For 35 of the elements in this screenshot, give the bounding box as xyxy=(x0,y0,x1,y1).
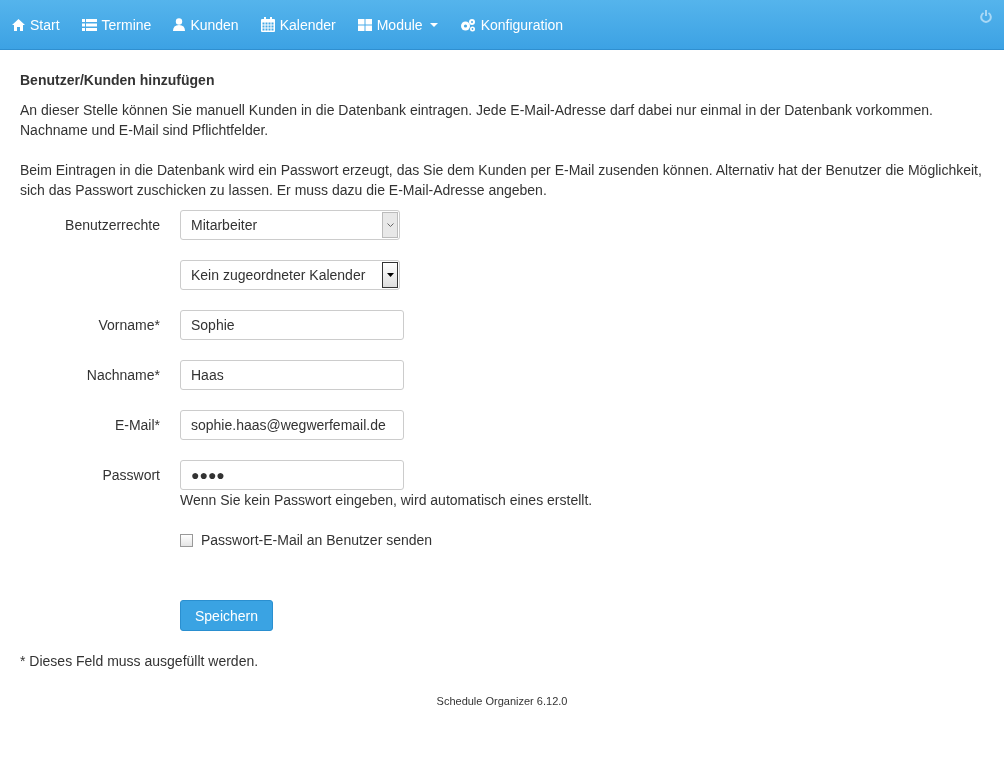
checkbox[interactable] xyxy=(180,533,193,547)
footnote-text: * Dieses Feld muss ausgefüllt werden. xyxy=(20,653,260,669)
field-label: Vorname* xyxy=(97,317,160,333)
calendar-icon xyxy=(260,17,275,32)
chevron-icon xyxy=(386,223,394,227)
home-icon xyxy=(12,18,25,31)
input-field[interactable]: ●●●● xyxy=(180,460,404,490)
field-label: E-Mail* xyxy=(113,417,160,433)
nav-item[interactable]: Kalender xyxy=(260,16,336,33)
field-label: Benutzerrechte xyxy=(64,217,160,233)
gears-icon xyxy=(459,17,476,32)
grid-icon xyxy=(357,18,372,31)
power-icon[interactable] xyxy=(980,10,992,23)
list-icon xyxy=(81,18,97,31)
field-label: Nachname* xyxy=(85,367,160,383)
caret-icon xyxy=(386,273,394,277)
nav-item[interactable]: Kunden xyxy=(173,16,239,33)
nav-item[interactable]: Start xyxy=(12,16,60,33)
description-text: Beim Eintragen in die Datenbank wird ein Passwort erzeugt, das Sie dem Kunden per E-Mail zusenden können. Alternativ hat der Benutzer die Möglichkeit, sich das Passwort zuschicken zu lassen. Er muss dazu die E-Mail-Adresse angeben. xyxy=(20,161,983,200)
input-field[interactable]: Sophie xyxy=(180,310,404,340)
version-text: Schedule Organizer 6.12.0 xyxy=(436,695,568,707)
description-text: An dieser Stelle können Sie manuell Kunden in die Datenbank eintragen. Jede E-Mail-Adresse darf dabei nur einmal in der Datenbank vorkommen. Nachname und E-Mail sind Pflichtfelder. xyxy=(20,101,934,140)
nav-item[interactable]: Termine xyxy=(81,16,152,33)
checkbox-label: Passwort-E-Mail an Benutzer senden xyxy=(201,532,433,548)
nav-item[interactable]: Konfiguration xyxy=(459,16,564,33)
page-heading: Benutzer/Kunden hinzufügen xyxy=(20,72,216,88)
help-text: Wenn Sie kein Passwort eingeben, wird automatisch eines erstellt. xyxy=(180,492,594,508)
input-field[interactable]: Haas xyxy=(180,360,404,390)
field-label: Passwort xyxy=(101,467,160,483)
user-icon xyxy=(173,18,186,31)
input-field[interactable]: sophie.haas@wegwerfemail.de xyxy=(180,410,404,440)
dropdown-field[interactable]: Kein zugeordneter Kalender xyxy=(180,260,400,290)
dropdown-field[interactable]: Mitarbeiter xyxy=(180,210,400,240)
save-button[interactable]: Speichern xyxy=(180,600,274,631)
nav-item[interactable]: Module xyxy=(357,16,438,33)
